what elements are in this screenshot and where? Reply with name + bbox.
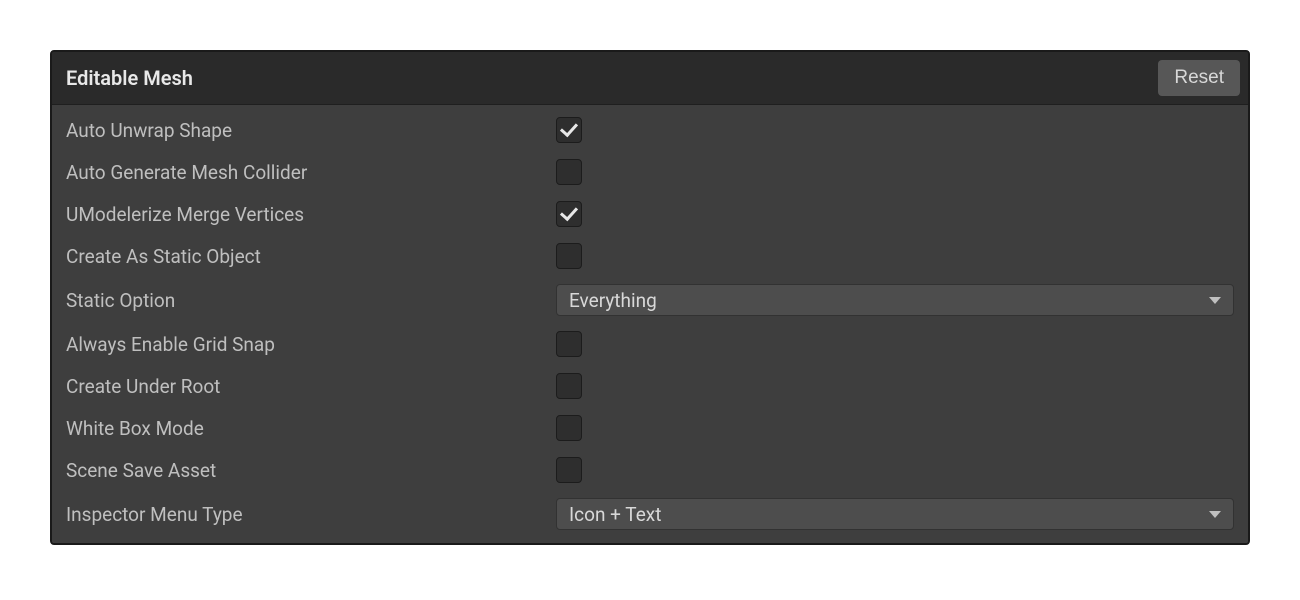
row-auto-generate-mesh-collider: Auto Generate Mesh Collider (60, 151, 1240, 193)
chevron-down-icon (1209, 511, 1221, 518)
controls-umodelerize-merge-vertices (556, 201, 1234, 227)
controls-white-box-mode (556, 415, 1234, 441)
checkbox-white-box-mode[interactable] (556, 415, 582, 441)
controls-scene-save-asset (556, 457, 1234, 483)
controls-create-under-root (556, 373, 1234, 399)
row-inspector-menu-type: Inspector Menu Type Icon + Text (60, 491, 1240, 537)
checkbox-auto-generate-mesh-collider[interactable] (556, 159, 582, 185)
reset-button[interactable]: Reset (1158, 60, 1240, 96)
controls-auto-generate-mesh-collider (556, 159, 1234, 185)
label-auto-generate-mesh-collider: Auto Generate Mesh Collider (66, 161, 556, 184)
row-umodelerize-merge-vertices: UModelerize Merge Vertices (60, 193, 1240, 235)
controls-static-option: Everything (556, 284, 1234, 316)
label-static-option: Static Option (66, 289, 556, 312)
checkbox-always-enable-grid-snap[interactable] (556, 331, 582, 357)
row-auto-unwrap-shape: Auto Unwrap Shape (60, 109, 1240, 151)
editable-mesh-panel: Editable Mesh Reset Auto Unwrap Shape Au… (50, 50, 1250, 545)
label-create-under-root: Create Under Root (66, 375, 556, 398)
row-create-under-root: Create Under Root (60, 365, 1240, 407)
label-inspector-menu-type: Inspector Menu Type (66, 503, 556, 526)
checkbox-create-as-static-object[interactable] (556, 243, 582, 269)
panel-title: Editable Mesh (66, 66, 193, 90)
controls-auto-unwrap-shape (556, 117, 1234, 143)
label-auto-unwrap-shape: Auto Unwrap Shape (66, 119, 556, 142)
row-create-as-static-object: Create As Static Object (60, 235, 1240, 277)
label-white-box-mode: White Box Mode (66, 417, 556, 440)
panel-header: Editable Mesh Reset (52, 52, 1248, 105)
row-static-option: Static Option Everything (60, 277, 1240, 323)
label-create-as-static-object: Create As Static Object (66, 245, 556, 268)
controls-create-as-static-object (556, 243, 1234, 269)
row-scene-save-asset: Scene Save Asset (60, 449, 1240, 491)
controls-inspector-menu-type: Icon + Text (556, 498, 1234, 530)
checkbox-umodelerize-merge-vertices[interactable] (556, 201, 582, 227)
row-always-enable-grid-snap: Always Enable Grid Snap (60, 323, 1240, 365)
dropdown-static-option[interactable]: Everything (556, 284, 1234, 316)
label-umodelerize-merge-vertices: UModelerize Merge Vertices (66, 203, 556, 226)
label-scene-save-asset: Scene Save Asset (66, 459, 556, 482)
panel-body: Auto Unwrap Shape Auto Generate Mesh Col… (52, 105, 1248, 543)
checkbox-auto-unwrap-shape[interactable] (556, 117, 582, 143)
chevron-down-icon (1209, 297, 1221, 304)
dropdown-inspector-menu-type[interactable]: Icon + Text (556, 498, 1234, 530)
checkbox-scene-save-asset[interactable] (556, 457, 582, 483)
dropdown-static-option-value: Everything (569, 289, 657, 312)
dropdown-inspector-menu-type-value: Icon + Text (569, 503, 661, 526)
controls-always-enable-grid-snap (556, 331, 1234, 357)
label-always-enable-grid-snap: Always Enable Grid Snap (66, 333, 556, 356)
row-white-box-mode: White Box Mode (60, 407, 1240, 449)
checkbox-create-under-root[interactable] (556, 373, 582, 399)
